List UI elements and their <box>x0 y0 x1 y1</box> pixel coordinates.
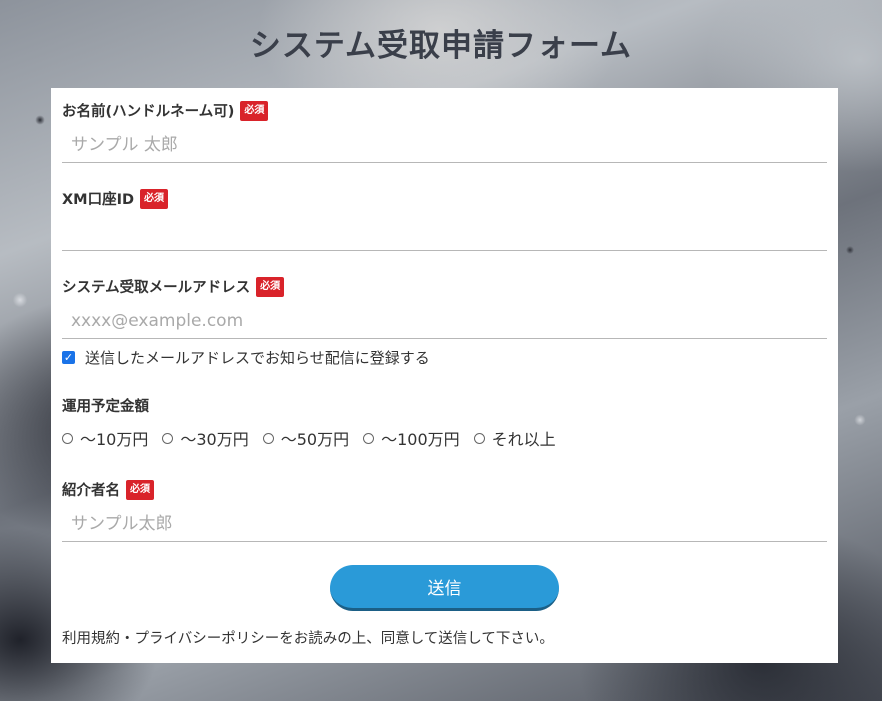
amount-option-label: ～30万円 <box>180 430 249 449</box>
account-id-label: XM口座ID 必須 <box>62 188 169 209</box>
amount-option[interactable]: それ以上 <box>473 426 556 450</box>
referrer-input[interactable] <box>62 506 827 542</box>
amount-radio-group: ～10万円 ～30万円 ～50万円 ～100万円 それ以上 <box>62 426 556 450</box>
amount-option-label: ～10万円 <box>80 430 149 449</box>
account-id-input[interactable] <box>62 215 827 251</box>
amount-label-text: 運用予定金額 <box>62 399 149 415</box>
required-badge: 必須 <box>126 479 154 500</box>
amount-option-label: ～50万円 <box>280 430 350 449</box>
amount-option[interactable]: ～30万円 <box>162 426 249 450</box>
email-input[interactable] <box>62 303 827 339</box>
submit-button[interactable]: 送信 <box>330 565 559 611</box>
amount-option-label: それ以上 <box>491 430 556 449</box>
required-badge: 必須 <box>240 100 269 121</box>
page-title: システム受取申請フォーム <box>249 28 633 64</box>
email-label: システム受取メールアドレス 必須 <box>62 276 285 297</box>
account-id-label-text: XM口座ID <box>62 192 135 208</box>
name-input[interactable] <box>62 127 827 163</box>
referrer-label: 紹介者名 必須 <box>62 479 154 500</box>
email-label-text: システム受取メールアドレス <box>62 280 251 296</box>
newsletter-label: 送信したメールアドレスでお知らせ配信に登録する <box>85 349 430 367</box>
name-label-text: お名前(ハンドルネーム可) <box>62 104 235 120</box>
name-label: お名前(ハンドルネーム可) 必須 <box>62 100 269 121</box>
required-badge: 必須 <box>140 188 169 209</box>
radio-button[interactable] <box>62 432 73 444</box>
amount-option-label: ～100万円 <box>381 430 460 449</box>
newsletter-option[interactable]: ✓ 送信したメールアドレスでお知らせ配信に登録する <box>62 347 430 368</box>
radio-button[interactable] <box>162 432 174 444</box>
amount-option[interactable]: ～10万円 <box>62 426 148 450</box>
amount-label: 運用予定金額 <box>62 395 149 416</box>
radio-button[interactable] <box>363 432 375 444</box>
radio-button[interactable] <box>473 432 485 444</box>
newsletter-checkbox[interactable]: ✓ <box>62 351 75 364</box>
required-badge: 必須 <box>256 276 285 297</box>
radio-button[interactable] <box>262 432 274 444</box>
amount-option[interactable]: ～100万円 <box>363 426 460 450</box>
consent-notice: 利用規約・プライバシーポリシーをお読みの上、同意して送信して下さい。 <box>62 631 554 647</box>
amount-option[interactable]: ～50万円 <box>262 426 350 450</box>
referrer-label-text: 紹介者名 <box>62 483 120 499</box>
form-card: お名前(ハンドルネーム可) 必須 XM口座ID 必須 システム受取メールアドレス… <box>51 88 838 663</box>
